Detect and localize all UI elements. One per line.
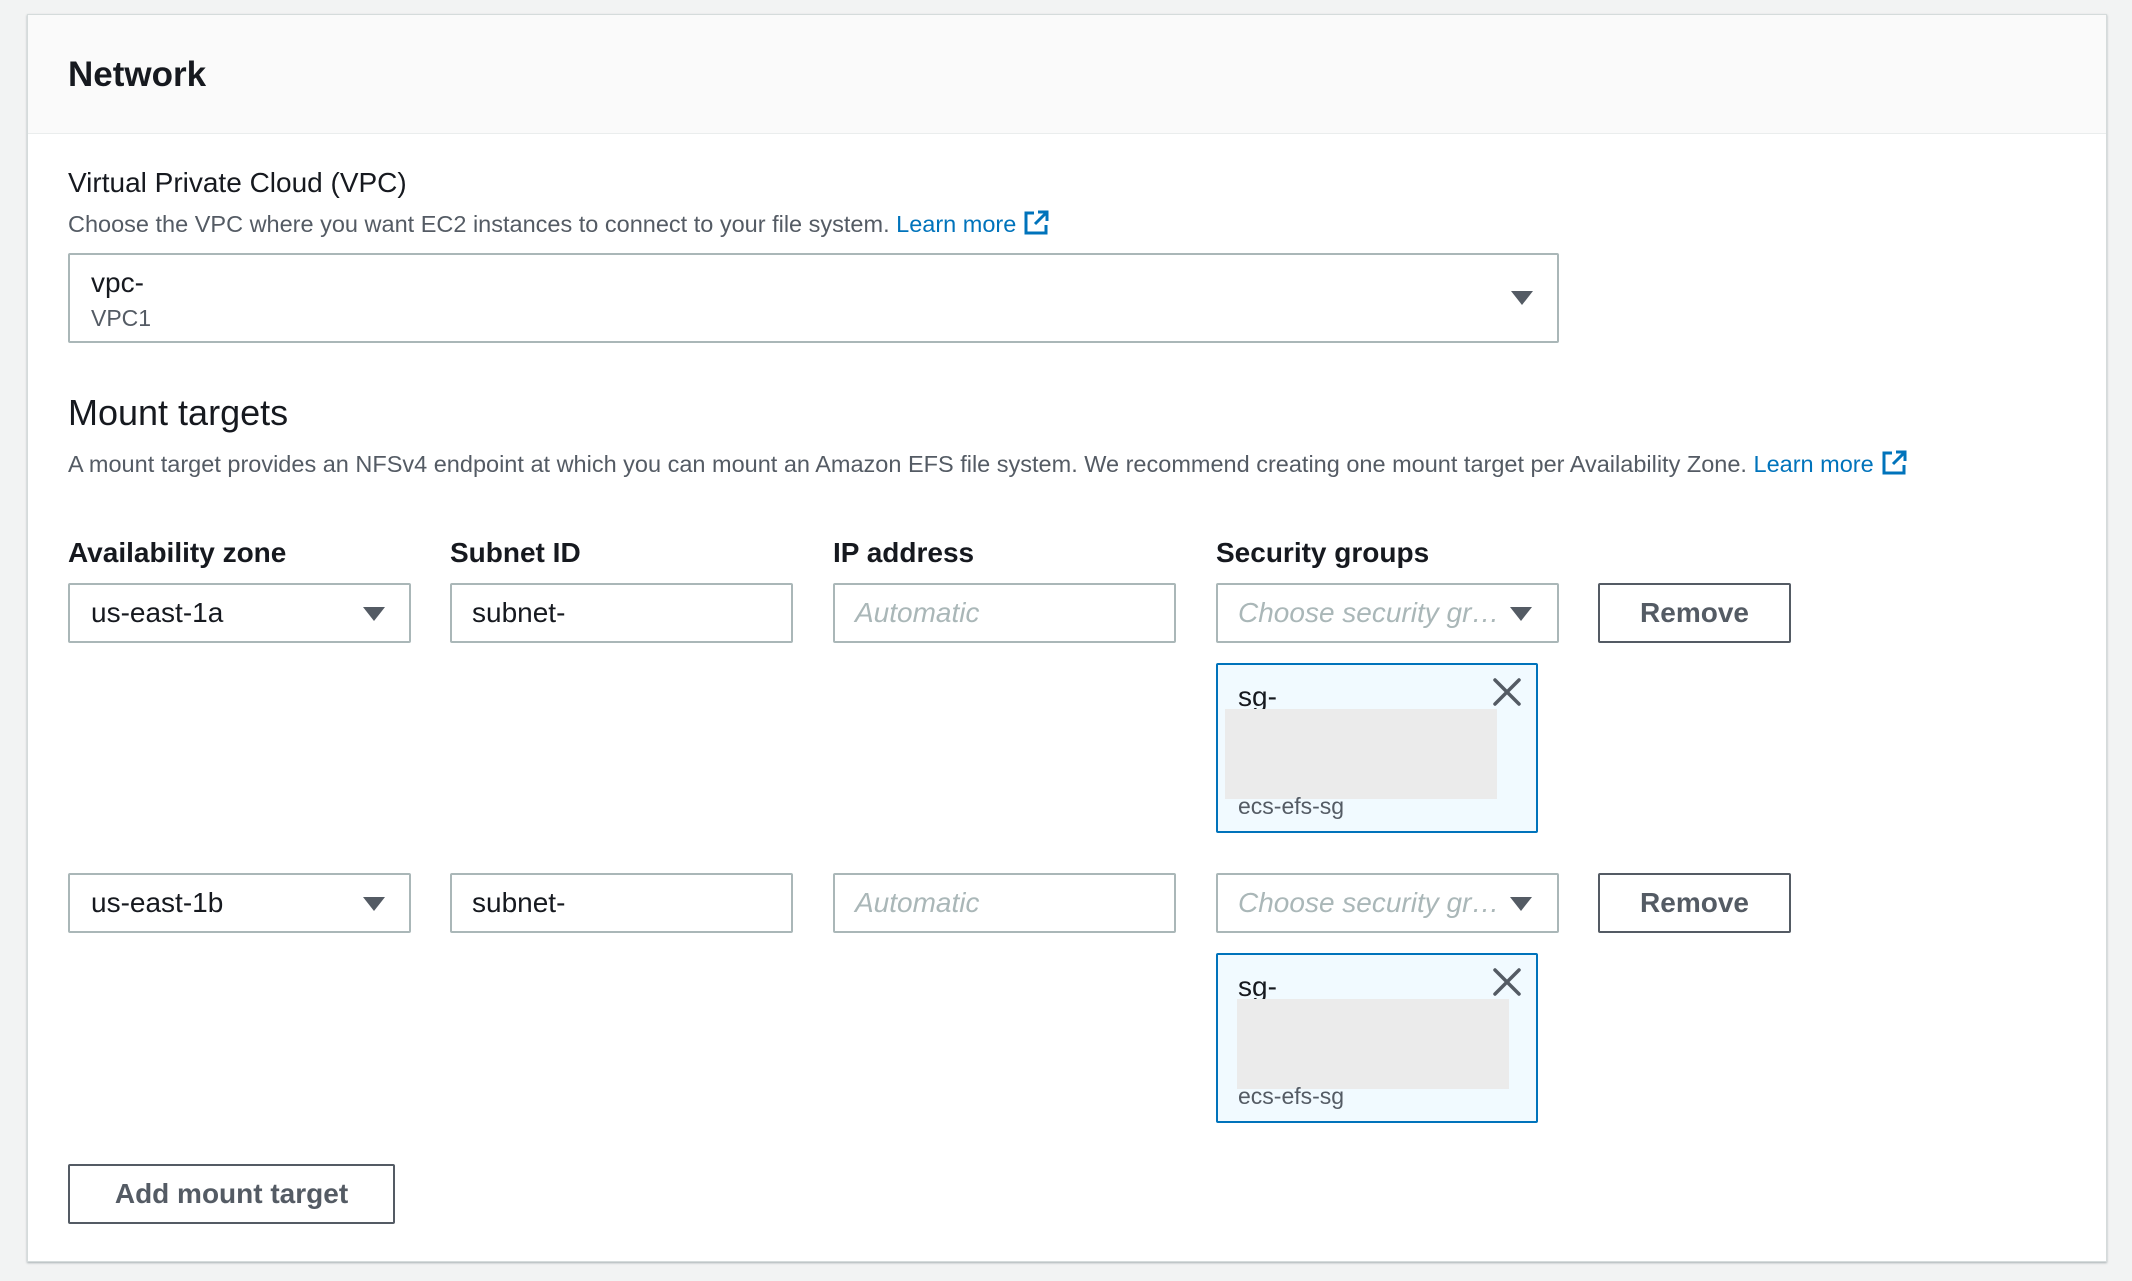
caret-down-icon [363, 607, 385, 621]
subnet-id-value: subnet- [472, 597, 566, 628]
security-group-token: sg- ecs-efs-sg [1216, 953, 1538, 1123]
close-icon[interactable] [1492, 677, 1522, 707]
column-ip-address: IP address [833, 537, 975, 568]
ip-address-input[interactable]: Automatic [833, 583, 1176, 643]
ip-address-placeholder: Automatic [855, 887, 980, 918]
caret-down-icon [1511, 291, 1533, 305]
add-mount-target-button[interactable]: Add mount target [68, 1164, 395, 1224]
redacted-area [1237, 999, 1509, 1089]
ip-address-placeholder: Automatic [855, 597, 980, 628]
column-availability-zone: Availability zone [68, 537, 287, 568]
mount-targets-description-text: A mount target provides an NFSv4 endpoin… [68, 451, 1747, 477]
availability-zone-value: us-east-1b [91, 887, 224, 918]
security-group-name: ecs-efs-sg [1238, 1083, 1345, 1109]
column-security-groups: Security groups [1216, 537, 1430, 568]
close-icon[interactable] [1492, 967, 1522, 997]
availability-zone-value: us-east-1a [91, 597, 224, 628]
availability-zone-select[interactable]: us-east-1b [68, 873, 411, 933]
panel-header: Network [28, 15, 2106, 134]
vpc-selected-name: VPC1 [91, 305, 152, 331]
security-groups-select[interactable]: Choose security gr… [1216, 583, 1559, 643]
external-link-icon [1882, 450, 1907, 475]
ip-address-input[interactable]: Automatic [833, 873, 1176, 933]
caret-down-icon [1510, 897, 1532, 911]
security-groups-placeholder: Choose security gr… [1238, 887, 1500, 918]
column-subnet-id: Subnet ID [450, 537, 581, 568]
caret-down-icon [363, 897, 385, 911]
availability-zone-select[interactable]: us-east-1a [68, 583, 411, 643]
vpc-description: Choose the VPC where you want EC2 instan… [68, 209, 1050, 238]
vpc-label: Virtual Private Cloud (VPC) [68, 167, 407, 198]
mount-targets-heading: Mount targets [68, 392, 289, 433]
security-group-token: sg- ecs-efs-sg [1216, 663, 1538, 833]
remove-button[interactable]: Remove [1598, 583, 1791, 643]
vpc-learn-more-link[interactable]: Learn more [896, 210, 1050, 237]
security-groups-select[interactable]: Choose security gr… [1216, 873, 1559, 933]
caret-down-icon [1510, 607, 1532, 621]
mount-targets-learn-more-label: Learn more [1753, 451, 1874, 477]
mount-targets-description: A mount target provides an NFSv4 endpoin… [68, 449, 1908, 478]
vpc-description-text: Choose the VPC where you want EC2 instan… [68, 211, 890, 237]
security-groups-placeholder: Choose security gr… [1238, 597, 1500, 628]
security-group-name: ecs-efs-sg [1238, 793, 1345, 819]
subnet-id-field[interactable]: subnet- [450, 873, 793, 933]
subnet-id-value: subnet- [472, 887, 566, 918]
network-panel: Network Virtual Private Cloud (VPC) Choo… [27, 14, 2107, 1262]
remove-button[interactable]: Remove [1598, 873, 1791, 933]
vpc-learn-more-label: Learn more [896, 211, 1017, 237]
vpc-select[interactable]: vpc- VPC1 [68, 253, 1559, 343]
panel-title: Network [68, 55, 207, 94]
redacted-area [1225, 709, 1497, 799]
vpc-selected-id: vpc- [91, 267, 144, 298]
external-link-icon [1024, 210, 1049, 235]
subnet-id-field[interactable]: subnet- [450, 583, 793, 643]
mount-targets-learn-more-link[interactable]: Learn more [1753, 450, 1908, 477]
